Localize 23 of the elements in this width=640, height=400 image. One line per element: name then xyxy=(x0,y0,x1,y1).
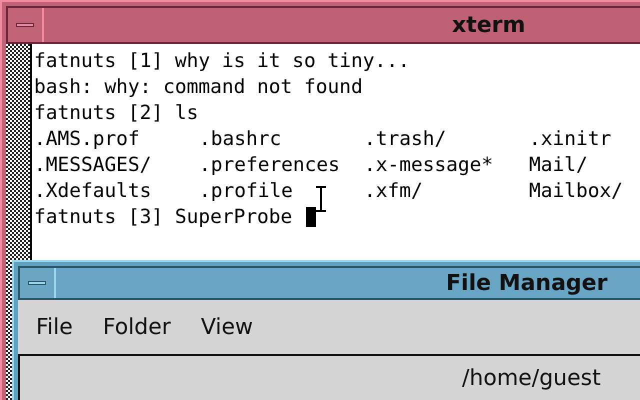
text-cursor xyxy=(306,207,316,227)
terminal-line: bash: why: command not found xyxy=(34,74,363,100)
terminal-prompt: fatnuts [3] SuperProbe xyxy=(34,204,294,230)
file-name: .preferences xyxy=(199,152,340,178)
file-name: .bashrc xyxy=(199,126,282,152)
menu-item[interactable]: View xyxy=(198,310,256,344)
file-name: .trash/ xyxy=(364,126,446,152)
file-name: Mailbox/ xyxy=(529,178,623,204)
file-name: .profile xyxy=(199,178,293,204)
file-name: .Xdefaults xyxy=(34,178,152,204)
terminal-line: fatnuts [1] why is it so tiny... xyxy=(34,48,410,74)
window-menu-button[interactable] xyxy=(20,268,56,298)
file-name: .MESSAGES/ xyxy=(34,152,152,178)
file-name: .AMS.prof xyxy=(34,126,140,152)
menu-item[interactable]: Folder xyxy=(100,310,173,344)
file-name: .xfm/ xyxy=(364,178,423,204)
terminal-line: fatnuts [2] ls xyxy=(34,100,198,126)
path-text: /home/guest xyxy=(462,366,601,391)
window-title[interactable]: xterm xyxy=(452,8,526,42)
file-name: Mail/ xyxy=(529,152,588,178)
menu-item[interactable]: File xyxy=(34,310,75,344)
file-name: .xinitr xyxy=(529,126,612,152)
file-name: .x-message* xyxy=(364,152,494,178)
